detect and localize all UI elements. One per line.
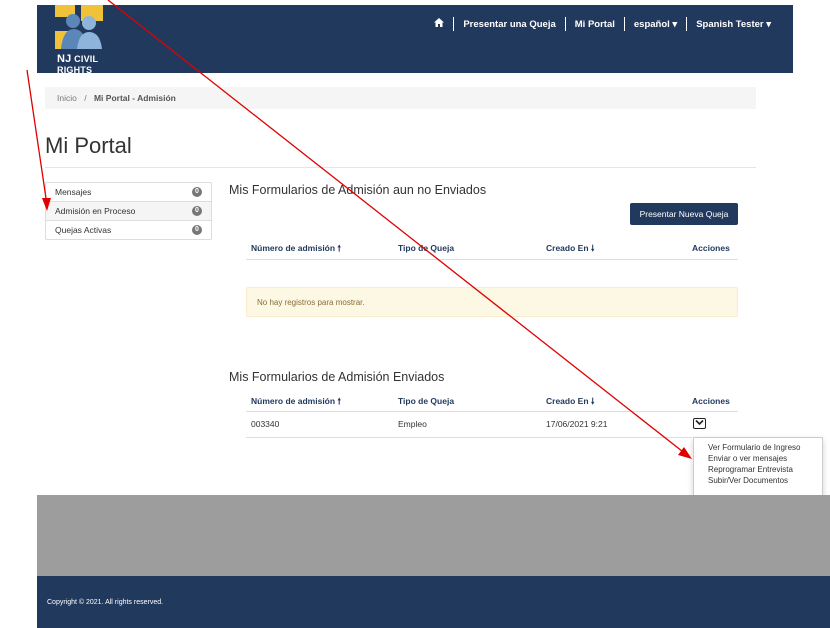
language-dropdown[interactable]: español ▾ — [634, 19, 677, 30]
footer: Copyright © 2021. All rights reserved. — [37, 576, 830, 628]
footer-gray-band — [37, 495, 830, 576]
menu-item-reschedule-interview[interactable]: Reprogramar Entrevista — [694, 464, 822, 475]
menu-separator — [453, 17, 455, 31]
column-actions: Acciones — [692, 243, 730, 253]
file-complaint-link[interactable]: Presentar una Queja — [463, 19, 555, 30]
complaint-type-cell: Empleo — [398, 419, 427, 429]
home-icon[interactable] — [434, 18, 445, 30]
menu-separator — [686, 17, 688, 31]
sidebar-item-intake-in-progress[interactable]: Admisión en Proceso 0 — [46, 202, 211, 221]
sidebar-item-active-complaints[interactable]: Quejas Activas 0 — [46, 221, 211, 239]
annotation-arrow-line — [26, 69, 48, 206]
actions-dropdown-toggle[interactable] — [693, 418, 706, 429]
logo-nj-text: NJ — [57, 53, 72, 65]
main-menu: Presentar una Queja Mi Portal español ▾ … — [434, 17, 771, 31]
user-menu-dropdown[interactable]: Spanish Tester ▾ — [696, 19, 771, 30]
sent-forms-title: Mis Formularios de Admisión Enviados — [229, 370, 445, 384]
page-title: Mi Portal — [45, 133, 132, 158]
menu-separator — [623, 17, 625, 31]
column-complaint-type[interactable]: Tipo de Queja — [398, 396, 454, 406]
annotation-arrowhead — [678, 447, 692, 459]
table-header-divider — [246, 259, 738, 260]
top-navbar: NJ CIVIL RIGHTS Presentar una Queja Mi P… — [37, 5, 793, 75]
chevron-down-icon — [695, 419, 704, 426]
column-created-on[interactable]: Creado En 🠗 — [546, 396, 595, 410]
created-on-cell: 17/06/2021 9:21 — [546, 419, 608, 429]
column-intake-number[interactable]: Número de admisión 🠕 — [251, 243, 341, 257]
breadcrumb-current: Mi Portal - Admisión — [93, 93, 176, 103]
column-intake-number[interactable]: Número de admisión 🠕 — [251, 396, 341, 410]
sidebar-item-messages[interactable]: Mensajes 0 — [46, 183, 211, 202]
nj-civil-rights-logo[interactable]: NJ CIVIL RIGHTS — [47, 5, 107, 75]
copyright-text: Copyright © 2021. All rights reserved. — [47, 599, 164, 606]
count-badge: 0 — [192, 225, 202, 235]
menu-item-send-view-messages[interactable]: Enviar o ver mensajes — [694, 453, 822, 464]
breadcrumb-home-link[interactable]: Inicio — [57, 93, 77, 103]
breadcrumb-separator: / — [84, 93, 87, 103]
breadcrumb: Inicio / Mi Portal - Admisión — [45, 87, 756, 109]
title-divider — [45, 167, 756, 168]
new-complaint-button[interactable]: Presentar Nueva Queja — [630, 203, 738, 225]
portal-sidebar: Mensajes 0 Admisión en Proceso 0 Quejas … — [45, 182, 212, 240]
sidebar-item-label: Mensajes — [55, 187, 92, 197]
column-complaint-type[interactable]: Tipo de Queja — [398, 243, 454, 253]
count-badge: 0 — [192, 187, 202, 197]
menu-item-view-intake-form[interactable]: Ver Formulario de Ingreso — [694, 442, 822, 453]
table-header-divider — [246, 411, 738, 412]
count-badge: 0 — [192, 206, 202, 216]
sidebar-item-label: Quejas Activas — [55, 225, 112, 235]
intake-number-cell: 003340 — [251, 419, 280, 429]
column-actions: Acciones — [692, 396, 730, 406]
no-records-alert: No hay registros para mostrar. — [246, 287, 738, 317]
menu-separator — [564, 17, 566, 31]
menu-item-upload-view-documents[interactable]: Subir/Ver Documentos — [694, 475, 822, 486]
table-row-divider — [246, 437, 692, 438]
column-created-on[interactable]: Creado En 🠗 — [546, 243, 595, 257]
sidebar-item-label: Admisión en Proceso — [55, 206, 136, 216]
my-portal-link[interactable]: Mi Portal — [575, 19, 615, 30]
unsent-forms-title: Mis Formularios de Admisión aun no Envia… — [229, 183, 487, 197]
